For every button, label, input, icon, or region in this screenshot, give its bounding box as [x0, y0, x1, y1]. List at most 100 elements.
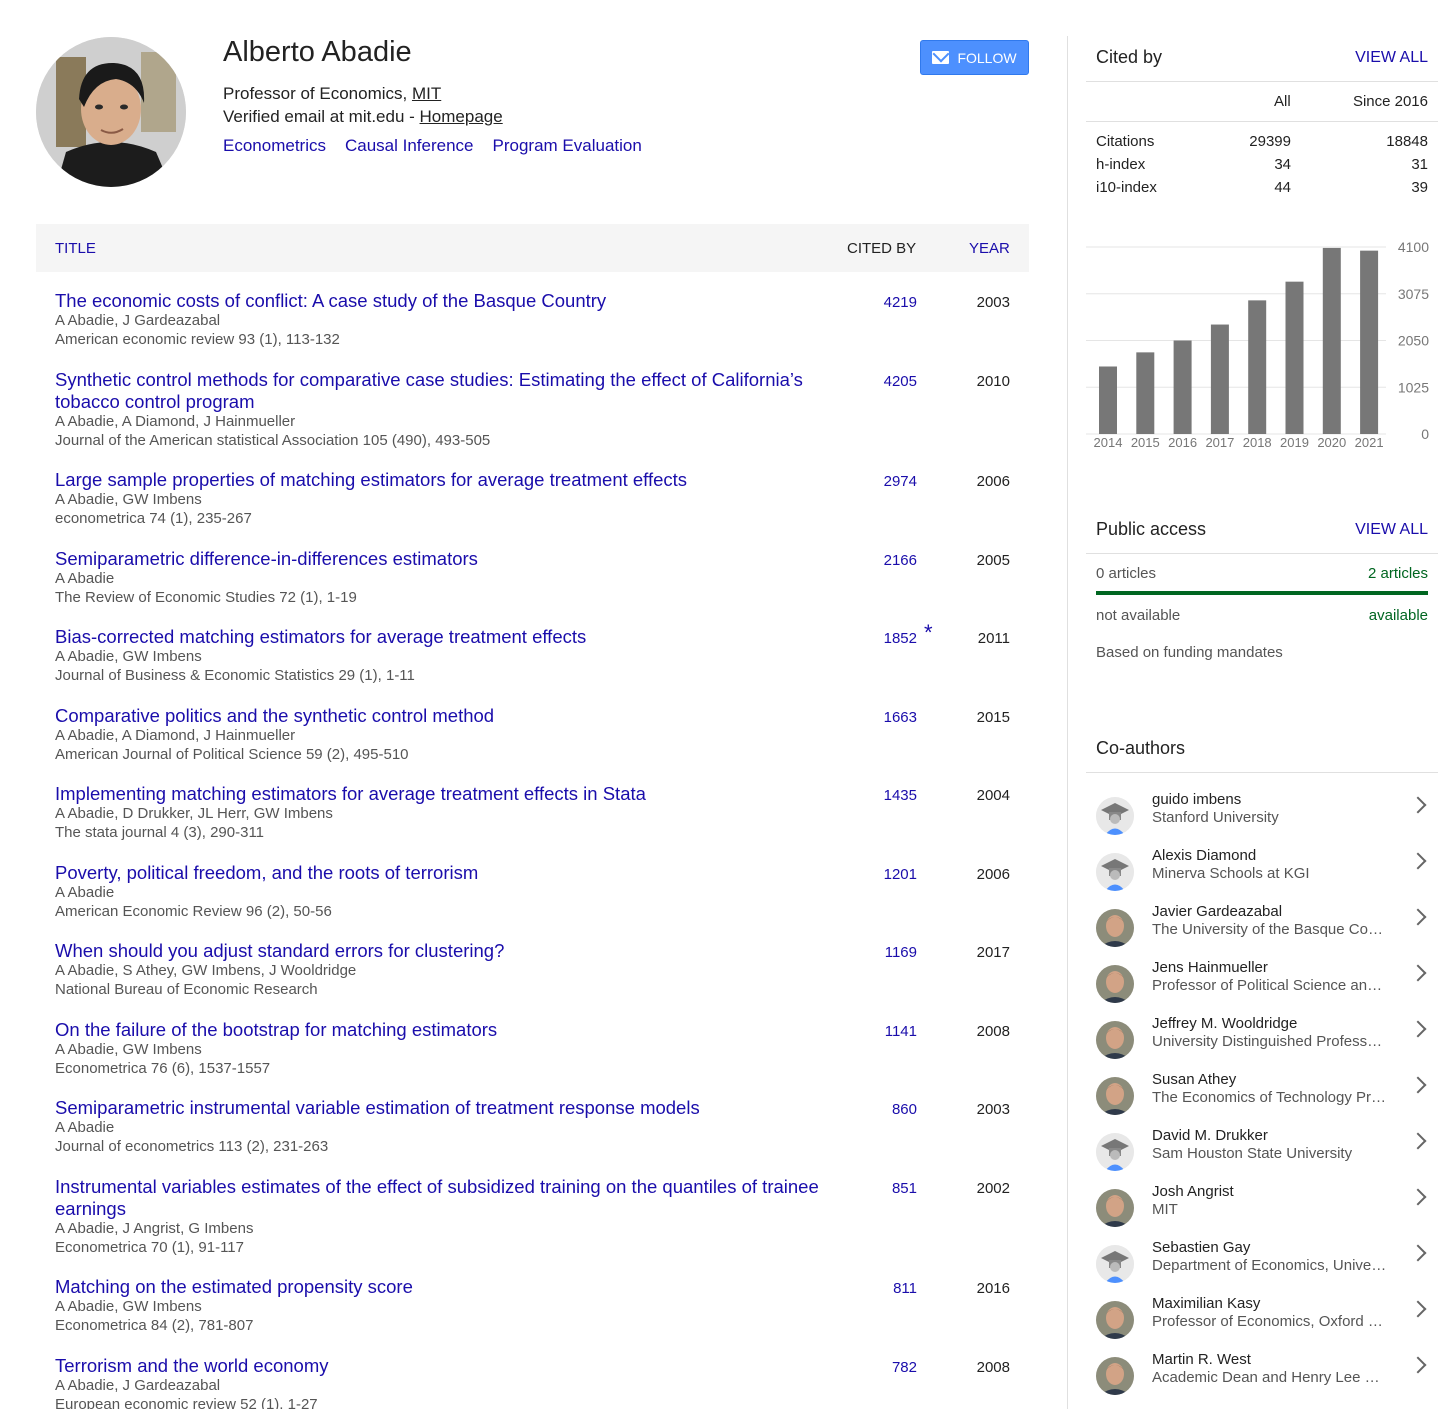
sort-by-title[interactable]: TITLE: [55, 240, 96, 257]
chevron-right-icon[interactable]: [1409, 796, 1427, 814]
cited-by-count-link[interactable]: 851: [892, 1180, 917, 1197]
article-title-link[interactable]: Terrorism and the world economy: [55, 1355, 835, 1377]
stat-all: 34: [1274, 156, 1291, 173]
article-title-link[interactable]: Synthetic control methods for comparativ…: [55, 369, 835, 413]
coauthor-item[interactable]: Jens Hainmueller Professor of Political S…: [1086, 959, 1438, 1015]
chevron-right-icon[interactable]: [1409, 1300, 1427, 1318]
coauthor-name[interactable]: Martin R. West: [1152, 1351, 1251, 1368]
cited-by-count-link[interactable]: 782: [892, 1359, 917, 1376]
coauthor-name[interactable]: Jeffrey M. Wooldridge: [1152, 1015, 1297, 1032]
affiliation-link[interactable]: MIT: [412, 84, 441, 103]
stat-all: 44: [1274, 179, 1291, 196]
follow-button[interactable]: Follow: [920, 40, 1029, 75]
chevron-right-icon[interactable]: [1409, 852, 1427, 870]
chart-bar-2019[interactable]: [1285, 281, 1304, 434]
coauthor-name[interactable]: Javier Gardeazabal: [1152, 903, 1282, 920]
article-title-link[interactable]: Semiparametric difference-in-differences…: [55, 548, 835, 570]
chevron-right-icon[interactable]: [1409, 1188, 1427, 1206]
article-row: Synthetic control methods for comparativ…: [36, 369, 1029, 453]
article-title-link[interactable]: Comparative politics and the synthetic c…: [55, 705, 835, 727]
cited-by-header[interactable]: CITED BY: [847, 240, 916, 257]
coauthor-item[interactable]: Jeffrey M. Wooldridge University Distingu…: [1086, 1015, 1438, 1071]
chart-bar-2015[interactable]: [1136, 352, 1155, 434]
cited-by-count-link[interactable]: 2974: [884, 473, 917, 490]
coauthor-item[interactable]: Alexis Diamond Minerva Schools at KGI: [1086, 847, 1438, 903]
chart-bar-2017[interactable]: [1210, 324, 1229, 434]
chart-svg: 0 1025 2050 3075 4100 2014 2015 2016 2017 2018 201…: [1086, 239, 1429, 450]
article-title-link[interactable]: Instrumental variables estimates of the …: [55, 1176, 835, 1220]
chevron-right-icon[interactable]: [1409, 964, 1427, 982]
sort-by-year[interactable]: YEAR: [969, 240, 1010, 257]
chevron-right-icon[interactable]: [1409, 1356, 1427, 1374]
chevron-right-icon[interactable]: [1409, 908, 1427, 926]
coauthor-name[interactable]: Maximilian Kasy: [1152, 1295, 1260, 1312]
interest-link[interactable]: Econometrics: [223, 136, 326, 156]
chart-bar-2014[interactable]: [1099, 366, 1117, 434]
coauthor-name[interactable]: guido imbens: [1152, 791, 1241, 808]
cited-by-count-link[interactable]: 1852: [884, 630, 917, 647]
stat-label[interactable]: h-index: [1096, 156, 1145, 173]
coauthor-item[interactable]: Josh Angrist MIT: [1086, 1183, 1438, 1239]
cited-by-count-link[interactable]: 1435: [884, 787, 917, 804]
chevron-right-icon[interactable]: [1409, 1076, 1427, 1094]
chart-bar-2020[interactable]: [1322, 247, 1341, 434]
article-title-link[interactable]: Semiparametric instrumental variable est…: [55, 1097, 835, 1119]
article-title-link[interactable]: On the failure of the bootstrap for matc…: [55, 1019, 835, 1041]
cited-by-view-all[interactable]: VIEW ALL: [1355, 49, 1428, 67]
cited-by-count-link[interactable]: 4205: [884, 373, 917, 390]
cited-by-count-link[interactable]: 1663: [884, 709, 917, 726]
interest-link[interactable]: Program Evaluation: [493, 136, 642, 156]
coauthor-item[interactable]: guido imbens Stanford University: [1086, 791, 1438, 847]
envelope-icon: [932, 51, 950, 64]
merged-citations-star[interactable]: *: [924, 620, 933, 646]
interest-link[interactable]: Causal Inference: [345, 136, 474, 156]
chart-bar-2021[interactable]: [1360, 250, 1379, 434]
coauthor-item[interactable]: Susan Athey The Economics of Technology P…: [1086, 1071, 1438, 1127]
not-available-count[interactable]: 0 articles: [1096, 565, 1156, 582]
coauthor-affiliation: Stanford University: [1152, 809, 1279, 826]
article-title-link[interactable]: Bias-corrected matching estimators for a…: [55, 626, 835, 648]
coauthor-name[interactable]: David M. Drukker: [1152, 1127, 1268, 1144]
coauthor-item[interactable]: David M. Drukker Sam Houston State Univer…: [1086, 1127, 1438, 1183]
article-title-link[interactable]: The economic costs of conflict: A case s…: [55, 290, 835, 312]
coauthor-item[interactable]: Sebastien Gay Department of Economics, Un…: [1086, 1239, 1438, 1295]
coauthor-item[interactable]: Martin R. West Academic Dean and Henry Le…: [1086, 1351, 1438, 1407]
stat-label[interactable]: i10-index: [1096, 179, 1157, 196]
article-venue: American Journal of Political Science 59…: [55, 745, 409, 763]
coauthor-item[interactable]: Maximilian Kasy Professor of Economics, O…: [1086, 1295, 1438, 1351]
chevron-right-icon[interactable]: [1409, 1244, 1427, 1262]
article-venue: American economic review 93 (1), 113-132: [55, 331, 340, 348]
article-title-link[interactable]: When should you adjust standard errors f…: [55, 940, 835, 962]
coauthor-name[interactable]: Susan Athey: [1152, 1071, 1236, 1088]
public-access-view-all[interactable]: VIEW ALL: [1355, 521, 1428, 539]
article-title-link[interactable]: Large sample properties of matching esti…: [55, 469, 835, 491]
article-title-link[interactable]: Matching on the estimated propensity sco…: [55, 1276, 835, 1298]
coauthor-name[interactable]: Josh Angrist: [1152, 1183, 1234, 1200]
chevron-right-icon[interactable]: [1409, 1020, 1427, 1038]
article-title-link[interactable]: Poverty, political freedom, and the root…: [55, 862, 835, 884]
coauthor-affiliation: Professor of Political Science an…: [1152, 977, 1383, 994]
coauthor-name[interactable]: Alexis Diamond: [1152, 847, 1256, 864]
coauthor-item[interactable]: Javier Gardeazabal The University of the …: [1086, 903, 1438, 959]
available-count[interactable]: 2 articles: [1368, 565, 1428, 582]
cited-by-count-link[interactable]: 4219: [884, 294, 917, 311]
article-title-link[interactable]: Implementing matching estimators for ave…: [55, 783, 835, 805]
chart-bar-2016[interactable]: [1173, 340, 1192, 435]
cited-by-count-link[interactable]: 1201: [884, 866, 917, 883]
coauthors-panel: Co-authors guido imbens Stanford Universi…: [1086, 720, 1438, 1409]
chart-bar-2018[interactable]: [1248, 300, 1267, 434]
cited-by-count-link[interactable]: 2166: [884, 552, 917, 569]
cited-by-count-link[interactable]: 860: [892, 1101, 917, 1118]
stat-label[interactable]: Citations: [1096, 133, 1154, 150]
cited-by-count-link[interactable]: 1141: [885, 1023, 917, 1040]
coauthor-name[interactable]: Sebastien Gay: [1152, 1239, 1250, 1256]
chevron-right-icon[interactable]: [1409, 1132, 1427, 1150]
citations-per-year-chart: 0 1025 2050 3075 4100 2014 2015 2016 2017 2018 201…: [1086, 236, 1438, 456]
article-venue: econometrica 74 (1), 235-267: [55, 510, 252, 527]
homepage-link[interactable]: Homepage: [420, 107, 503, 126]
article-row: Semiparametric instrumental variable est…: [36, 1097, 1029, 1159]
cited-by-count-link[interactable]: 811: [893, 1280, 917, 1297]
cited-by-count-link[interactable]: 1169: [885, 944, 917, 961]
coauthor-name[interactable]: Jens Hainmueller: [1152, 959, 1268, 976]
article-row: Semiparametric difference-in-differences…: [36, 548, 1029, 610]
